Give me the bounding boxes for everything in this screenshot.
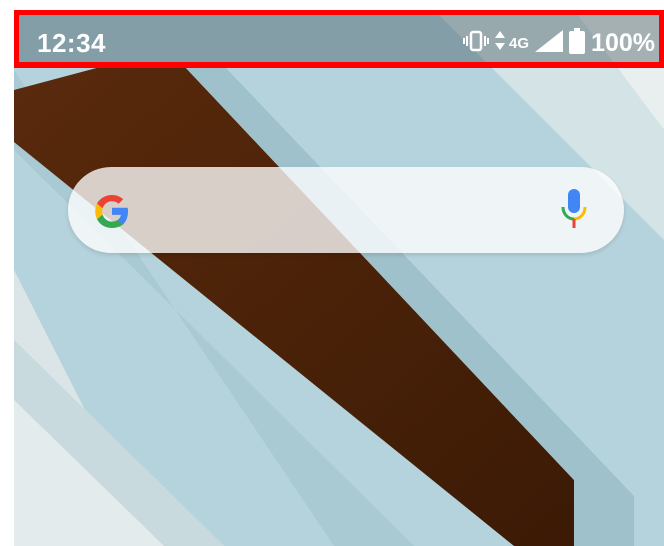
battery-percent: 100%: [591, 29, 655, 57]
microphone-icon[interactable]: [560, 187, 588, 231]
wallpaper: [14, 10, 664, 546]
home-screen: 12:34 4G 100%: [14, 10, 664, 546]
google-search-bar[interactable]: [68, 167, 624, 253]
status-icons: 4G 100%: [463, 28, 655, 59]
signal-icon: [535, 30, 564, 57]
battery-icon: [569, 28, 586, 59]
vibrate-icon: [463, 30, 490, 57]
data-arrows-icon: [495, 31, 506, 56]
status-bar: 12:34 4G 100%: [14, 10, 664, 68]
google-logo-icon[interactable]: [92, 191, 132, 231]
status-time: 12:34: [37, 28, 106, 58]
network-type: 4G: [509, 35, 530, 52]
